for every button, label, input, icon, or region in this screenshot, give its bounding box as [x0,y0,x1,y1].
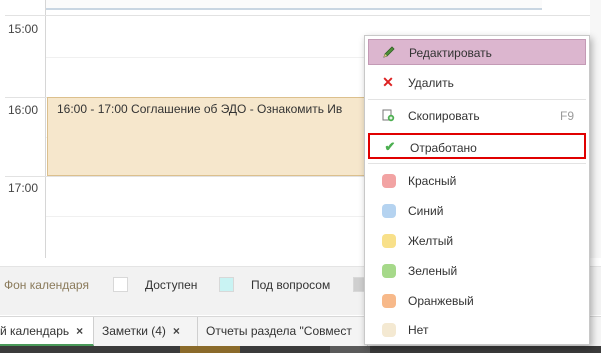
menu-item-label: Красный [408,174,457,188]
tab-reports[interactable]: Отчеты раздела "Совмест [198,317,368,346]
checkmark-icon: ✔ [384,139,396,154]
menu-item-color-orange[interactable]: Оранжевый [368,288,586,314]
menu-item-delete[interactable]: ✕ Удалить [368,70,586,96]
color-dot-icon [382,264,396,278]
tab-label: й календарь [0,324,70,338]
copy-icon [381,108,395,122]
color-dot-icon [382,204,396,218]
taskbar-strip [0,346,601,353]
time-label: 16:00 [8,103,39,117]
tab-calendar[interactable]: й календарь × [0,317,94,346]
menu-item-color-red[interactable]: Красный [368,168,586,194]
menu-item-done[interactable]: ✔ Отработано [368,133,586,159]
legend-swatch-tentative [219,277,234,292]
menu-item-color-green[interactable]: Зеленый [368,258,586,284]
time-label: 15:00 [8,22,39,36]
delete-x-icon: ✕ [382,74,394,90]
menu-item-label: Синий [408,204,444,218]
color-dot-icon [382,174,396,188]
legend-title: Фон календаря [4,278,89,292]
menu-item-color-yellow[interactable]: Желтый [368,228,586,254]
context-menu: Редактировать ✕ Удалить Скопировать F9 ✔… [364,35,590,345]
time-label: 17:00 [8,181,39,195]
menu-item-label: Удалить [408,76,454,90]
taskbar-segment [180,346,240,353]
menu-item-label: Зеленый [408,264,458,278]
vertical-scrollbar[interactable] [590,0,601,258]
menu-item-color-none[interactable]: Нет [368,317,586,343]
menu-item-color-blue[interactable]: Синий [368,198,586,224]
menu-item-label: Нет [408,323,429,337]
menu-separator [368,163,586,164]
close-icon[interactable]: × [173,324,180,338]
legend-label-tentative: Под вопросом [251,278,331,292]
menu-item-label: Отработано [410,141,477,155]
menu-item-label: Редактировать [409,46,492,60]
hour-line [5,15,590,16]
color-dot-icon [382,234,396,248]
color-dot-icon [382,323,396,337]
tab-label: Заметки (4) [102,324,166,338]
calendar-event[interactable]: 16:00 - 17:00 Соглашение об ЭДО - Ознако… [47,97,377,176]
menu-item-edit[interactable]: Редактировать [368,39,586,65]
color-dot-icon [382,294,396,308]
event-title: 16:00 - 17:00 Соглашение об ЭДО - Ознако… [57,102,343,116]
menu-item-label: Скопировать [408,109,480,123]
menu-item-copy[interactable]: Скопировать F9 [368,103,586,129]
menu-item-label: Оранжевый [408,294,474,308]
legend-swatch-available [113,277,128,292]
shortcut-hint: F9 [559,109,574,123]
taskbar-segment [330,346,370,353]
all-day-strip[interactable] [46,0,542,10]
pencil-icon [382,45,396,59]
legend-label-available: Доступен [145,278,198,292]
tab-notes[interactable]: Заметки (4) × [94,317,198,346]
time-column [0,0,46,258]
menu-item-label: Желтый [408,234,454,248]
menu-separator [368,99,586,100]
tab-label: Отчеты раздела "Совмест [206,324,352,338]
close-icon[interactable]: × [76,324,83,338]
